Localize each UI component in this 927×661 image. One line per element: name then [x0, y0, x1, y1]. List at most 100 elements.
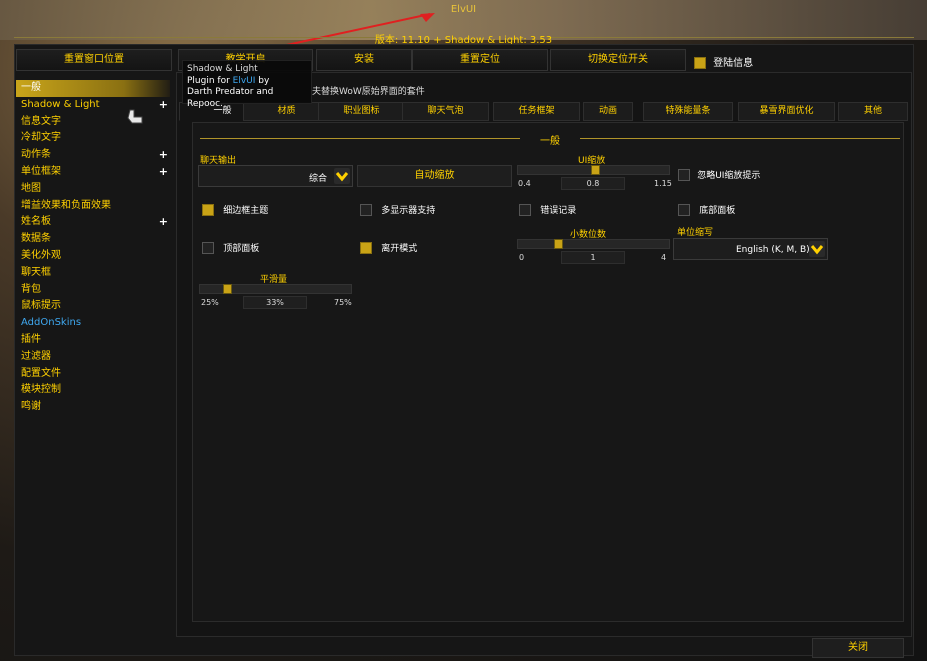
- log-errors-checkbox[interactable]: [519, 204, 531, 216]
- sidebar-item[interactable]: 冷却文字: [16, 130, 170, 147]
- tab[interactable]: 任务框架: [493, 102, 580, 121]
- ui-scale-slider[interactable]: [517, 165, 670, 175]
- decimal-value[interactable]: 1: [561, 251, 625, 264]
- multi-monitor-label: 多显示器支持: [381, 206, 436, 216]
- sidebar-item[interactable]: 鸣谢: [16, 399, 170, 416]
- tab[interactable]: 聊天气泡: [402, 102, 489, 121]
- ignore-scale-popup-toggle[interactable]: 忽略UI缩放提示: [678, 168, 760, 181]
- decimal-slider[interactable]: [517, 239, 670, 249]
- ignore-scale-popup-checkbox[interactable]: [678, 169, 690, 181]
- toggle-anchors-button[interactable]: 切换定位开关: [550, 49, 686, 71]
- sidebar-item[interactable]: 美化外观: [16, 248, 170, 265]
- multi-monitor-toggle[interactable]: 多显示器支持: [360, 203, 435, 216]
- ui-scale-value[interactable]: 0.8: [561, 177, 625, 190]
- sidebar-item-label: 地图: [21, 182, 41, 194]
- sidebar-item-label: 插件: [21, 333, 41, 345]
- sidebar-item-label: AddOnSkins: [21, 317, 82, 329]
- expand-plus-icon[interactable]: +: [159, 164, 168, 181]
- sidebar-item-label: 鼠标提示: [21, 300, 61, 312]
- general-panel: [192, 122, 904, 622]
- sidebar-item-label: 过滤器: [21, 350, 51, 362]
- auto-scale-button[interactable]: 自动缩放: [357, 165, 512, 187]
- sidebar-item-label: Shadow & Light: [21, 98, 100, 110]
- chat-output-dropdown[interactable]: 综合: [198, 165, 353, 187]
- afk-mode-toggle[interactable]: 离开模式: [360, 241, 417, 254]
- sidebar-item[interactable]: Shadow & Light +: [16, 97, 170, 114]
- chevron-down-icon[interactable]: [334, 168, 350, 184]
- thin-border-checkbox[interactable]: [202, 204, 214, 216]
- sidebar-item-label: 背包: [21, 283, 41, 295]
- sidebar-item-label: 美化外观: [21, 249, 61, 261]
- bottom-panel-toggle[interactable]: 底部面板: [678, 203, 735, 216]
- afk-mode-checkbox[interactable]: [360, 242, 372, 254]
- sidebar-item[interactable]: 过滤器: [16, 349, 170, 366]
- top-panel-checkbox[interactable]: [202, 242, 214, 254]
- expand-plus-icon[interactable]: +: [159, 214, 168, 231]
- smoothing-value[interactable]: 33%: [243, 296, 307, 309]
- sidebar-item[interactable]: 增益效果和负面效果: [16, 198, 170, 215]
- ui-scale-min: 0.4: [518, 179, 531, 188]
- login-message-checkbox[interactable]: [694, 57, 706, 69]
- sidebar-item-label: 增益效果和负面效果: [21, 199, 111, 211]
- sidebar-item[interactable]: AddOnSkins: [16, 315, 170, 332]
- bottom-panel-checkbox[interactable]: [678, 204, 690, 216]
- sidebar-item-label: 动作条: [21, 149, 51, 161]
- close-button[interactable]: 关闭: [812, 638, 904, 658]
- sidebar-item[interactable]: 模块控制: [16, 382, 170, 399]
- unit-prefix-value: English (K, M, B): [736, 245, 810, 255]
- ignore-scale-popup-label: 忽略UI缩放提示: [697, 171, 761, 181]
- ui-scale-max: 1.15: [654, 179, 672, 188]
- tab[interactable]: 动画: [583, 102, 633, 121]
- sidebar-item-label: 模块控制: [21, 384, 61, 396]
- afk-mode-label: 离开模式: [381, 244, 418, 254]
- sidebar-item-label: 数据条: [21, 233, 51, 245]
- smoothing-min: 25%: [201, 298, 219, 307]
- sidebar-item[interactable]: 信息文字: [16, 114, 170, 131]
- window-title: ElvUI: [450, 4, 477, 15]
- login-message-toggle[interactable]: 登陆信息: [694, 54, 753, 69]
- expand-plus-icon[interactable]: +: [159, 147, 168, 164]
- sidebar-item-label: 信息文字: [21, 115, 61, 127]
- sidebar-item-label: 一般: [21, 82, 41, 93]
- reset-anchors-button[interactable]: 重置定位: [412, 49, 548, 71]
- sidebar-item-label: 鸣谢: [21, 401, 41, 413]
- tab[interactable]: 职业图标: [318, 102, 405, 121]
- tab[interactable]: 其他: [838, 102, 908, 121]
- sidebar-item[interactable]: 插件: [16, 332, 170, 349]
- thin-border-toggle[interactable]: 细边框主题: [202, 203, 268, 216]
- log-errors-label: 错误记录: [540, 206, 577, 216]
- reset-positions-button[interactable]: 重置窗口位置: [16, 49, 172, 71]
- description-text: 夫替换WoW原始界面的套件: [312, 87, 425, 97]
- tooltip-line2: Plugin for ElvUI by: [187, 75, 270, 86]
- sidebar-item[interactable]: 鼠标提示: [16, 298, 170, 315]
- sidebar-item[interactable]: 配置文件: [16, 366, 170, 383]
- thin-border-label: 细边框主题: [223, 206, 269, 216]
- sidebar-item[interactable]: 数据条: [16, 231, 170, 248]
- sidebar-item[interactable]: 单位框架 +: [16, 164, 170, 181]
- multi-monitor-checkbox[interactable]: [360, 204, 372, 216]
- sidebar-item[interactable]: 一般: [16, 80, 170, 97]
- top-panel-toggle[interactable]: 顶部面板: [202, 241, 259, 254]
- install-button[interactable]: 安装: [316, 49, 412, 71]
- tab[interactable]: 暴雪界面优化: [738, 102, 835, 121]
- sidebar: 一般 Shadow & Light + 信息文字 冷却文字 动作条 + 单位框架 + 地图 增益效果…: [16, 80, 170, 416]
- unit-prefix-label: 单位缩写: [677, 228, 714, 238]
- log-errors-toggle[interactable]: 错误记录: [519, 203, 576, 216]
- tab[interactable]: 特殊能量条: [643, 102, 733, 121]
- section-title: 一般: [540, 136, 560, 147]
- sidebar-item[interactable]: 姓名板 +: [16, 214, 170, 231]
- smoothing-thumb[interactable]: [223, 284, 232, 294]
- decimal-thumb[interactable]: [554, 239, 563, 249]
- unit-prefix-dropdown[interactable]: English (K, M, B): [673, 238, 828, 260]
- sidebar-item[interactable]: 地图: [16, 181, 170, 198]
- sidebar-item[interactable]: 背包: [16, 282, 170, 299]
- sidebar-item[interactable]: 动作条 +: [16, 147, 170, 164]
- expand-plus-icon[interactable]: +: [159, 97, 168, 114]
- smoothing-slider[interactable]: [199, 284, 352, 294]
- sidebar-item-label: 姓名板: [21, 216, 51, 228]
- chat-output-value: 综合: [309, 174, 328, 184]
- ui-scale-thumb[interactable]: [591, 165, 600, 175]
- top-panel-label: 顶部面板: [223, 244, 260, 254]
- chevron-down-icon[interactable]: [809, 241, 825, 257]
- sidebar-item[interactable]: 聊天框: [16, 265, 170, 282]
